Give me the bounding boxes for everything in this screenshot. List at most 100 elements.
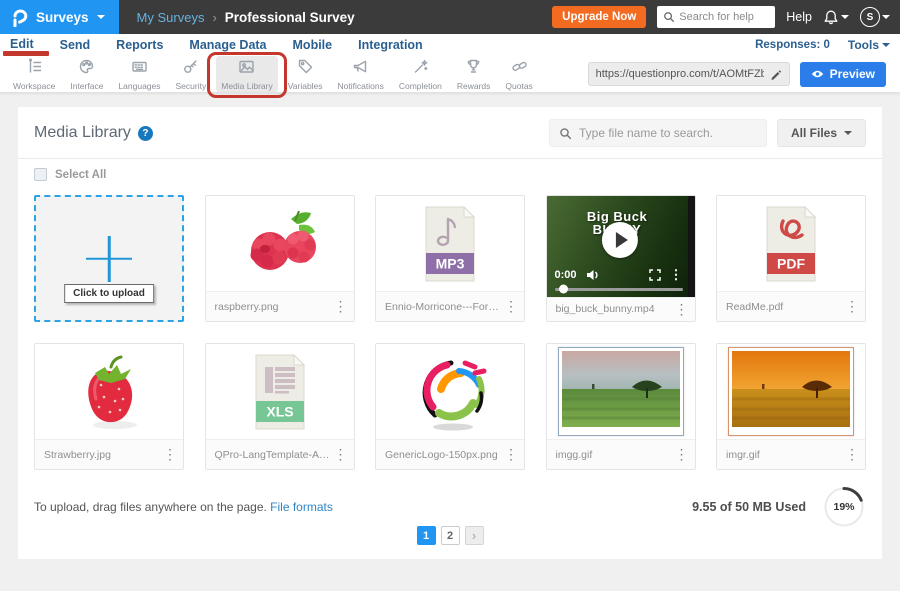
file-name: GenericLogo-150px.png	[385, 449, 502, 461]
page-button-2[interactable]: 2	[441, 526, 460, 545]
toolbar-item-rewards[interactable]: Rewards	[452, 56, 496, 92]
file-search-input[interactable]	[579, 126, 754, 140]
help-link[interactable]: Help	[786, 10, 812, 24]
nav-tab-mobile[interactable]: Mobile	[293, 38, 333, 52]
nav-tab-integration[interactable]: Integration	[358, 38, 423, 52]
product-name: Surveys	[36, 10, 89, 25]
orange-landscape-thumbnail	[717, 344, 865, 439]
toolbar-item-completion[interactable]: Completion	[394, 56, 447, 92]
account-menu-button[interactable]: S	[860, 7, 890, 27]
breadcrumb-current-survey: Professional Survey	[225, 10, 355, 25]
media-tile-strawberry[interactable]: Strawberry.jpg	[34, 343, 184, 470]
mp3-file-icon: MP3	[376, 196, 524, 291]
toolbar-item-workspace[interactable]: Workspace	[8, 56, 60, 92]
file-menu-button[interactable]	[332, 446, 350, 463]
toolbar-item-variables[interactable]: Variables	[283, 56, 328, 92]
file-search	[549, 119, 767, 147]
keyboard-icon	[131, 58, 148, 80]
file-name: raspberry.png	[215, 301, 332, 313]
media-tile-logo[interactable]: GenericLogo-150px.png	[375, 343, 525, 470]
upload-tile[interactable]: Click to upload	[34, 195, 184, 322]
responses-count: Responses: 0	[755, 39, 830, 51]
media-tile-mp3[interactable]: MP3 Ennio-Morricone---For-A-...	[375, 195, 525, 322]
page-button-1[interactable]: 1	[417, 526, 436, 545]
toolbar-item-notifications[interactable]: Notifications	[333, 56, 389, 92]
logo-thumbnail	[376, 344, 524, 439]
file-menu-button[interactable]	[673, 446, 691, 463]
media-tile-raspberry[interactable]: raspberry.png	[205, 195, 355, 322]
media-tile-imgr[interactable]: imgr.gif	[716, 343, 866, 470]
chain-link-icon	[511, 58, 528, 80]
toolbar-item-interface[interactable]: Interface	[65, 56, 108, 92]
preview-button[interactable]: Preview	[800, 62, 886, 87]
help-question-icon[interactable]	[138, 126, 153, 141]
surveys-product-menu[interactable]: Surveys	[0, 0, 119, 34]
storage-usage: 9.55 of 50 MB Used 19%	[692, 485, 866, 529]
topbar-actions: Upgrade Now Help S	[552, 6, 900, 28]
toolbar-item-security[interactable]: Security	[171, 56, 212, 92]
next-page-button[interactable]	[465, 526, 484, 545]
nav-tab-reports[interactable]: Reports	[116, 38, 163, 52]
nav-tab-send[interactable]: Send	[60, 38, 91, 52]
media-tile-pdf[interactable]: PDF ReadMe.pdf	[716, 195, 866, 322]
file-name: big_buck_bunny.mp4	[556, 303, 673, 315]
media-library-icon	[238, 58, 255, 80]
xls-file-icon: XLS	[206, 344, 354, 439]
svg-text:XLS: XLS	[266, 403, 293, 419]
file-name: imgr.gif	[726, 449, 843, 461]
toolbar-item-media-library[interactable]: Media Library	[216, 56, 278, 92]
video-progress-bar[interactable]	[555, 288, 683, 291]
media-tile-xls[interactable]: XLS QPro-LangTemplate-April...	[205, 343, 355, 470]
file-menu-button[interactable]	[843, 298, 861, 315]
edit-url-pencil-icon[interactable]	[770, 68, 782, 80]
page-title: Media Library	[34, 124, 131, 142]
video-progress-knob[interactable]	[559, 285, 568, 294]
media-library-page: Surveys My Surveys Professional Survey U…	[0, 0, 900, 591]
notifications-bell-button[interactable]	[823, 9, 849, 26]
nav-tab-manage-data[interactable]: Manage Data	[189, 38, 266, 52]
breadcrumb: My Surveys Professional Survey	[137, 10, 355, 25]
breadcrumb-my-surveys[interactable]: My Surveys	[137, 10, 205, 25]
file-menu-button[interactable]	[843, 446, 861, 463]
breadcrumb-separator	[212, 10, 216, 25]
file-menu-button[interactable]	[502, 298, 520, 315]
top-bar: Surveys My Surveys Professional Survey U…	[0, 0, 900, 34]
file-menu-button[interactable]	[161, 446, 179, 463]
file-menu-button[interactable]	[673, 301, 691, 318]
file-menu-button[interactable]	[332, 298, 350, 315]
file-formats-link[interactable]: File formats	[270, 500, 333, 514]
help-search-input[interactable]	[679, 11, 769, 23]
video-thumbnail: Big BuckBUNNY 0:00 ⋮	[547, 196, 695, 297]
survey-url-input[interactable]	[596, 68, 764, 80]
tag-icon	[297, 58, 314, 80]
tools-menu-button[interactable]: Tools	[848, 38, 890, 52]
volume-icon[interactable]	[586, 269, 600, 281]
user-avatar: S	[860, 7, 880, 27]
play-button[interactable]	[601, 222, 637, 258]
storage-ring: 19%	[822, 485, 866, 529]
nav-tab-edit[interactable]: Edit	[10, 37, 34, 54]
chevron-down-icon	[97, 15, 105, 23]
media-library-panel: Media Library All Files Select All	[18, 107, 882, 559]
svg-text:PDF: PDF	[777, 255, 805, 271]
toolbar-item-languages[interactable]: Languages	[113, 56, 165, 92]
video-time: 0:00	[555, 269, 577, 281]
media-tile-video[interactable]: Big BuckBUNNY 0:00 ⋮	[546, 195, 696, 322]
chevron-down-icon	[844, 131, 852, 139]
video-menu-icon[interactable]: ⋮	[670, 270, 683, 280]
pdf-file-icon: PDF	[717, 196, 865, 291]
raspberry-thumbnail	[206, 196, 354, 291]
search-icon	[559, 127, 572, 140]
eye-icon	[811, 69, 824, 79]
file-type-filter-dropdown[interactable]: All Files	[777, 119, 866, 147]
trophy-icon	[465, 58, 482, 80]
storage-used-label: 9.55 of 50 MB Used	[692, 500, 806, 514]
toolbar-item-quotas[interactable]: Quotas	[500, 56, 537, 92]
upgrade-now-button[interactable]: Upgrade Now	[552, 6, 646, 28]
file-menu-button[interactable]	[502, 446, 520, 463]
chevron-down-icon	[882, 15, 890, 23]
plus-icon	[86, 236, 132, 282]
select-all-checkbox[interactable]	[34, 168, 47, 181]
fullscreen-icon[interactable]	[649, 269, 661, 281]
media-tile-imgg[interactable]: imgg.gif	[546, 343, 696, 470]
